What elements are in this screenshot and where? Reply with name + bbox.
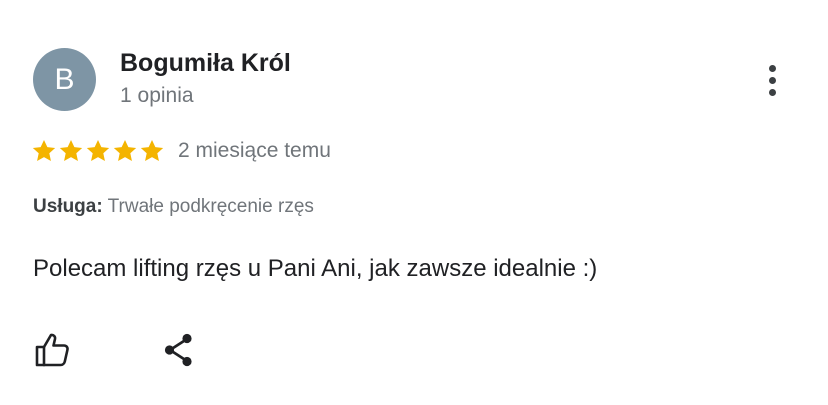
star-icon xyxy=(140,139,164,161)
more-vert-icon-dot xyxy=(768,88,776,96)
more-vert-icon xyxy=(768,64,776,72)
avatar[interactable]: B xyxy=(33,48,96,111)
service-info: Usługa: Trwałe podkręcenie rzęs xyxy=(33,196,314,218)
share-icon xyxy=(164,333,192,367)
author-review-count: 1 opinia xyxy=(120,84,194,107)
review-time: 2 miesiące temu xyxy=(178,139,331,162)
star-icon xyxy=(113,139,137,161)
service-label: Usługa: xyxy=(33,196,103,217)
avatar-letter: B xyxy=(54,62,75,96)
star-rating xyxy=(31,138,165,164)
more-options-button[interactable] xyxy=(752,58,792,102)
star-icon xyxy=(59,139,83,161)
review-text: Polecam lifting rzęs u Pani Ani, jak zaw… xyxy=(33,255,598,282)
share-button[interactable] xyxy=(157,328,201,372)
rating-row: 2 miesiące temu xyxy=(31,135,331,167)
thumb-up-icon xyxy=(35,333,69,367)
author-name[interactable]: Bogumiła Król xyxy=(120,49,291,78)
star-icon xyxy=(86,139,110,161)
like-button[interactable] xyxy=(30,328,74,372)
service-value: Trwałe podkręcenie rzęs xyxy=(107,196,314,217)
more-vert-icon-dot xyxy=(768,76,776,84)
star-icon xyxy=(32,139,56,161)
